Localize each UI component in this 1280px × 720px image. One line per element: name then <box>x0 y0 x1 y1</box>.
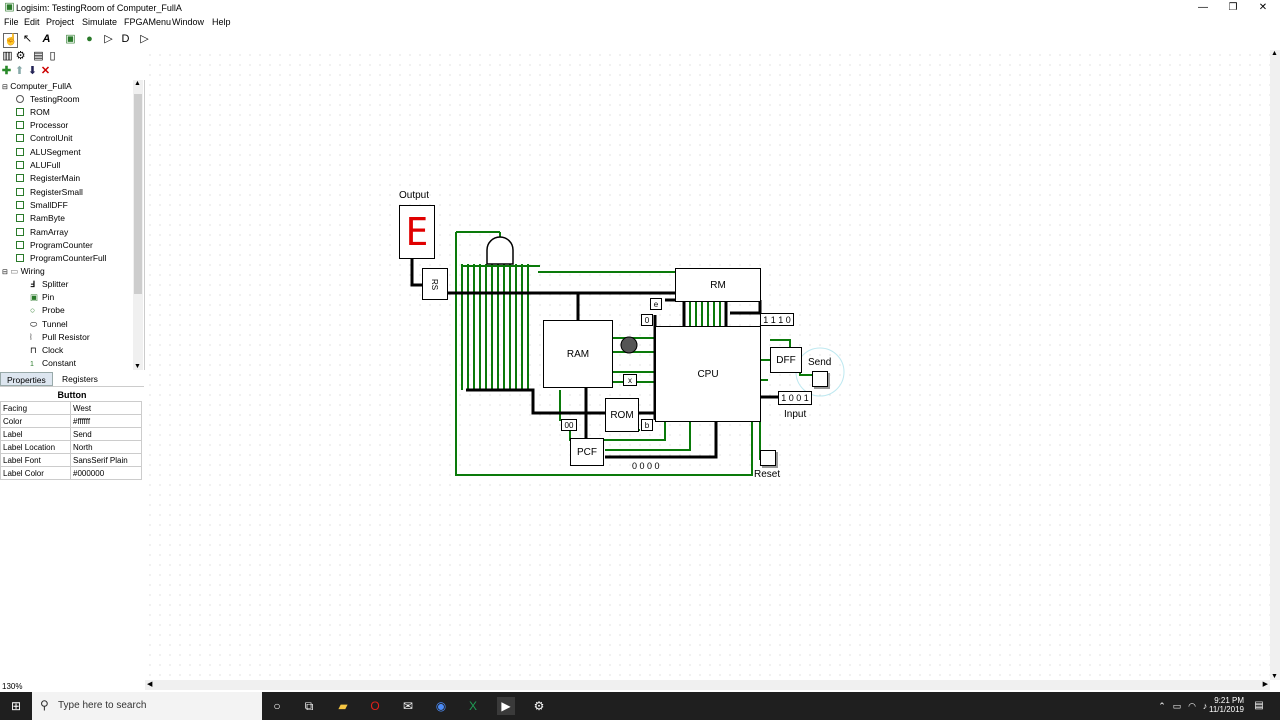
rs-register[interactable]: RS <box>422 268 448 300</box>
scroll-up-icon[interactable]: ▲ <box>1271 50 1278 57</box>
output-value-1110: 1 1 1 0 <box>760 313 794 326</box>
cpu-component[interactable]: CPU <box>655 326 761 422</box>
reset-label: Reset <box>754 469 781 480</box>
rm-register[interactable]: RM <box>675 268 761 302</box>
constant-00[interactable]: 00 <box>561 419 577 431</box>
ram-component[interactable]: RAM <box>543 320 613 388</box>
display-digit: E <box>405 210 429 254</box>
canvas-vscrollbar[interactable]: ▲ ▼ <box>1270 50 1280 680</box>
windows-start-icon[interactable]: ⊞ <box>7 697 25 715</box>
mail-icon[interactable]: ✉ <box>399 697 417 715</box>
clock-date: 11/1/2019 <box>1209 705 1244 714</box>
search-icon: ⚲ <box>40 698 49 712</box>
scroll-left-icon[interactable]: ◀ <box>147 680 152 688</box>
zoom-level[interactable]: 130% <box>2 682 22 691</box>
input-pin-value[interactable]: 1 0 0 1 <box>778 391 812 405</box>
constant-0[interactable]: 0 <box>641 314 653 326</box>
settings-icon[interactable]: ⚙ <box>530 697 548 715</box>
constant-x[interactable]: x <box>623 374 637 386</box>
scroll-right-icon[interactable]: ▶ <box>1263 680 1268 688</box>
logisim-task-icon[interactable]: ▶ <box>497 697 515 715</box>
opera-icon[interactable]: O <box>366 697 384 715</box>
seven-segment-display[interactable]: E <box>399 205 435 259</box>
canvas-hscrollbar[interactable]: ◀ ▶ <box>145 680 1270 690</box>
value-0000: 0 0 0 0 <box>632 461 660 471</box>
cortana-icon[interactable]: ○ <box>268 697 286 715</box>
led-indicator-icon <box>620 336 638 354</box>
send-label: Send <box>808 357 832 368</box>
taskbar: ⊞ ⚲ Type here to search ○ ⧉ ▰ O ✉ ◉ X ▶ … <box>0 692 1280 720</box>
reset-button[interactable] <box>760 450 776 466</box>
taskbar-search[interactable]: ⚲ Type here to search <box>32 692 262 720</box>
scroll-down-icon[interactable]: ▼ <box>1271 673 1278 680</box>
input-label: Input <box>784 409 807 420</box>
chrome-icon[interactable]: ◉ <box>432 697 450 715</box>
and-gate-icon <box>486 236 514 265</box>
dff-component[interactable]: DFF <box>770 347 802 373</box>
notifications-icon[interactable]: ▤ <box>1250 697 1268 715</box>
circuit-wiring <box>410 231 845 476</box>
excel-icon[interactable]: X <box>464 697 482 715</box>
constant-b[interactable]: b <box>641 419 653 431</box>
pcf-component[interactable]: PCF <box>570 438 604 466</box>
file-explorer-icon[interactable]: ▰ <box>334 697 352 715</box>
output-label: Output <box>399 190 430 201</box>
clock-time: 9:21 PM <box>1214 696 1244 705</box>
rom-component[interactable]: ROM <box>605 398 639 432</box>
constant-e[interactable]: e <box>650 298 662 310</box>
tray-clock[interactable]: 9:21 PM 11/1/2019 <box>1200 696 1244 714</box>
send-button[interactable] <box>812 371 828 387</box>
search-input[interactable]: Type here to search <box>58 700 146 711</box>
task-view-icon[interactable]: ⧉ <box>300 697 318 715</box>
